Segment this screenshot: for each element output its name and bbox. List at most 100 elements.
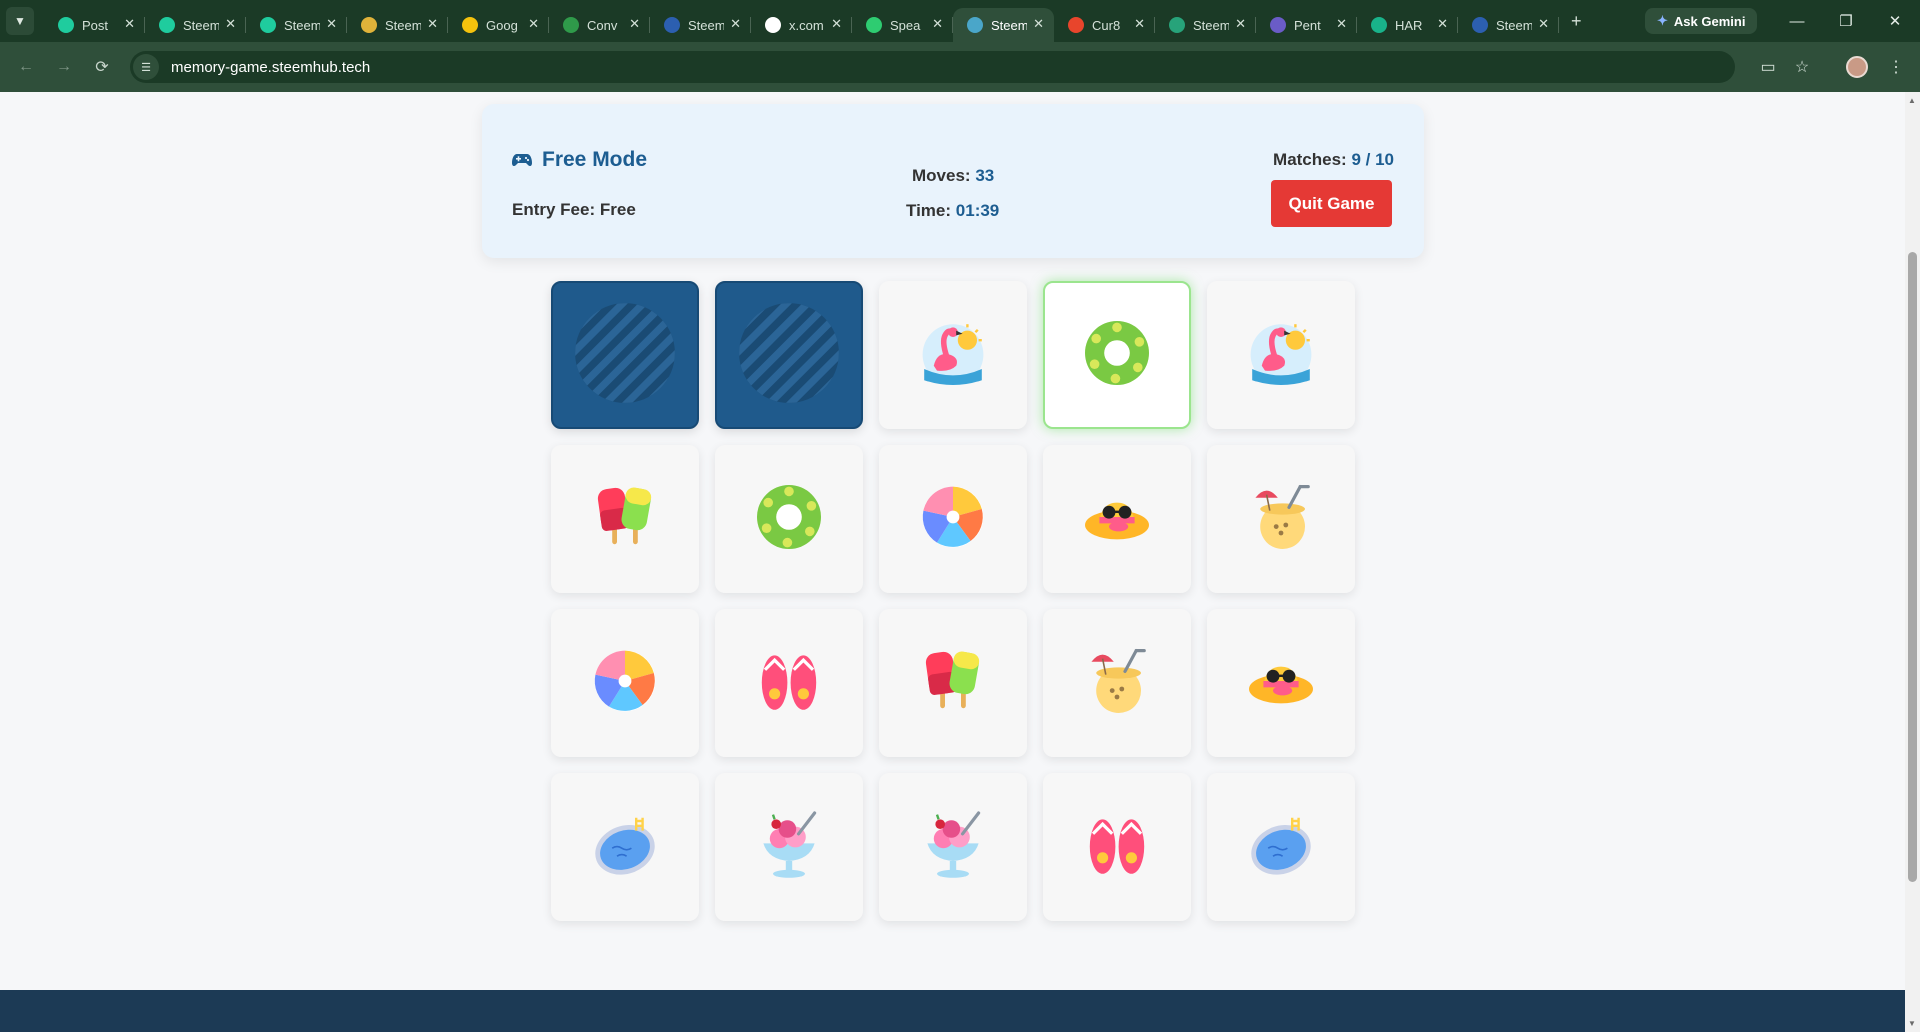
browser-tab[interactable]: Steem ✕ <box>650 8 751 42</box>
memory-card-sun-hat[interactable] <box>1043 445 1191 593</box>
memory-card-sundae[interactable] <box>879 773 1027 921</box>
url-text[interactable]: memory-game.steemhub.tech <box>171 59 370 76</box>
tab-close-icon[interactable]: ✕ <box>326 16 337 32</box>
install-app-button[interactable]: ▭ <box>1752 51 1784 83</box>
browser-tab[interactable]: Steem ✕ <box>1155 8 1256 42</box>
memory-card-face-down[interactable] <box>551 281 699 429</box>
restore-button[interactable]: ❐ <box>1822 0 1870 42</box>
forward-button[interactable]: → <box>48 51 80 83</box>
tab-close-icon[interactable]: ✕ <box>427 16 438 32</box>
tab-close-icon[interactable]: ✕ <box>1134 16 1145 32</box>
memory-card-coconut[interactable] <box>1043 609 1191 757</box>
browser-tab[interactable]: Goog ✕ <box>448 8 549 42</box>
tab-favicon-icon <box>967 17 983 33</box>
tune-icon: ☰ <box>141 61 151 74</box>
memory-card-popsicle[interactable] <box>879 609 1027 757</box>
page-viewport: Free Mode Entry Fee: Free Moves: 33 Time… <box>0 92 1905 1032</box>
memory-card-pool[interactable] <box>1207 773 1355 921</box>
beach-ball-icon <box>585 641 665 726</box>
browser-tab[interactable]: Steem ✕ <box>953 8 1054 42</box>
tab-close-icon[interactable]: ✕ <box>730 16 741 32</box>
tab-close-icon[interactable]: ✕ <box>1235 16 1246 32</box>
matches-label: Matches: <box>1273 150 1347 169</box>
tab-close-icon[interactable]: ✕ <box>1437 16 1448 32</box>
memory-card-pool[interactable] <box>551 773 699 921</box>
tab-title: Spea <box>890 17 921 33</box>
browser-tab[interactable]: Steem ✕ <box>1458 8 1559 42</box>
gamepad-icon <box>512 154 532 167</box>
memory-card-flip-flops[interactable] <box>715 609 863 757</box>
back-button[interactable]: ← <box>10 51 42 83</box>
address-bar[interactable]: ☰ memory-game.steemhub.tech <box>130 51 1735 83</box>
memory-card-swim-ring[interactable] <box>1043 281 1191 429</box>
tab-favicon-icon <box>866 17 882 33</box>
tab-title: Post <box>82 17 109 33</box>
star-icon: ☆ <box>1794 59 1810 76</box>
page-scrollbar[interactable]: ▲ ▼ <box>1905 92 1920 1032</box>
bookmark-button[interactable]: ☆ <box>1786 51 1818 83</box>
tab-title: Goog <box>486 17 518 33</box>
tab-close-icon[interactable]: ✕ <box>1033 16 1044 32</box>
ask-gemini-button[interactable]: ✦ Ask Gemini <box>1645 8 1758 34</box>
close-window-button[interactable]: ✕ <box>1871 0 1919 42</box>
tab-close-icon[interactable]: ✕ <box>932 16 943 32</box>
browser-menu-button[interactable]: ⋮ <box>1880 51 1912 83</box>
reload-icon: ⟳ <box>95 59 109 76</box>
tab-title: Steem <box>385 17 421 33</box>
tab-close-icon[interactable]: ✕ <box>629 16 640 32</box>
new-tab-button[interactable]: + <box>1571 11 1582 32</box>
memory-card-flip-flops[interactable] <box>1043 773 1191 921</box>
avatar <box>1846 56 1868 78</box>
reload-button[interactable]: ⟳ <box>86 51 118 83</box>
minimize-icon: — <box>1789 12 1805 30</box>
tab-title: Pent <box>1294 17 1321 33</box>
browser-tab[interactable]: Spea ✕ <box>852 8 953 42</box>
memory-card-popsicle[interactable] <box>551 445 699 593</box>
tab-close-icon[interactable]: ✕ <box>831 16 842 32</box>
memory-card-beach-ball[interactable] <box>551 609 699 757</box>
minimize-button[interactable]: — <box>1773 0 1821 42</box>
flip-flops-icon <box>749 641 829 726</box>
memory-card-beach-ball[interactable] <box>879 445 1027 593</box>
tab-favicon-icon <box>462 17 478 33</box>
memory-card-coconut[interactable] <box>1207 445 1355 593</box>
memory-card-flamingo[interactable] <box>1207 281 1355 429</box>
browser-tab[interactable]: Conv ✕ <box>549 8 650 42</box>
memory-card-sundae[interactable] <box>715 773 863 921</box>
gemini-sparkle-icon: ✦ <box>1657 13 1668 28</box>
browser-tab[interactable]: x.com ✕ <box>751 8 852 42</box>
tab-close-icon[interactable]: ✕ <box>225 16 236 32</box>
memory-card-face-down[interactable] <box>715 281 863 429</box>
tab-close-icon[interactable]: ✕ <box>124 16 135 32</box>
memory-card-swim-ring[interactable] <box>715 445 863 593</box>
tab-title: x.com <box>789 17 824 33</box>
tab-title: Steem <box>284 17 320 33</box>
tab-close-icon[interactable]: ✕ <box>1538 16 1549 32</box>
scrollbar-thumb[interactable] <box>1908 252 1917 882</box>
memory-card-sun-hat[interactable] <box>1207 609 1355 757</box>
browser-tab[interactable]: Cur8 ✕ <box>1054 8 1155 42</box>
sun-hat-icon <box>1077 477 1157 562</box>
game-mode: Free Mode <box>512 148 647 172</box>
memory-card-flamingo[interactable] <box>879 281 1027 429</box>
entry-fee-label: Entry Fee: <box>512 200 596 219</box>
quit-game-button[interactable]: Quit Game <box>1271 180 1392 227</box>
tab-search-button[interactable]: ▼ <box>6 7 34 35</box>
browser-tab[interactable]: Pent ✕ <box>1256 8 1357 42</box>
tab-favicon-icon <box>1371 17 1387 33</box>
tab-close-icon[interactable]: ✕ <box>1336 16 1347 32</box>
ice-cream-sundae-icon <box>749 805 829 890</box>
tab-close-icon[interactable]: ✕ <box>528 16 539 32</box>
site-info-button[interactable]: ☰ <box>133 54 159 80</box>
tab-title: Cur8 <box>1092 17 1121 33</box>
browser-tab[interactable]: Steem ✕ <box>347 8 448 42</box>
browser-tab[interactable]: Steem ✕ <box>246 8 347 42</box>
card-back-icon <box>737 301 841 410</box>
swim-ring-icon <box>1077 313 1157 398</box>
browser-tab[interactable]: Post ✕ <box>44 8 145 42</box>
sun-hat-icon <box>1241 641 1321 726</box>
profile-button[interactable] <box>1841 51 1873 83</box>
tab-favicon-icon <box>1169 17 1185 33</box>
browser-tab[interactable]: HAR ✕ <box>1357 8 1458 42</box>
browser-tab[interactable]: Steem ✕ <box>145 8 246 42</box>
